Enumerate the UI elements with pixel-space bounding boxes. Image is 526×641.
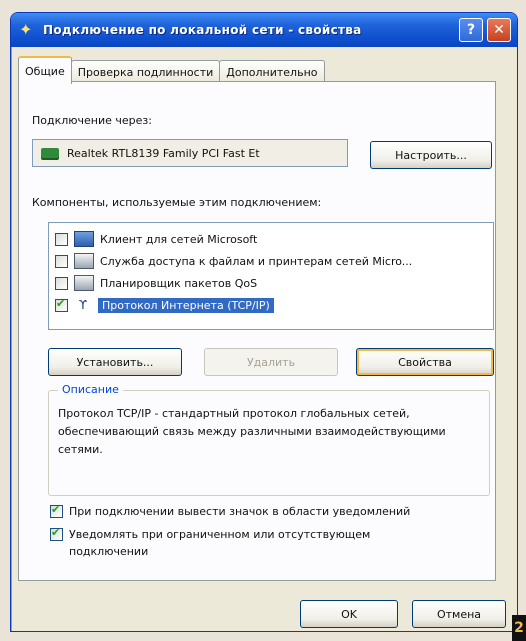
network-protocol-icon: ϒ: [78, 298, 88, 312]
component-checkbox[interactable]: [55, 232, 68, 246]
window-title: Подключение по локальной сети - свойства: [43, 23, 362, 37]
components-list[interactable]: Клиент для сетей Microsoft Служба доступ…: [48, 222, 494, 330]
list-item[interactable]: Клиент для сетей Microsoft: [55, 229, 485, 249]
component-checkbox[interactable]: [55, 297, 68, 312]
component-label: Служба доступа к файлам и принтерам сете…: [100, 254, 413, 268]
title-bar[interactable]: ✦ Подключение по локальной сети - свойст…: [11, 13, 517, 47]
description-title: Описание: [58, 383, 123, 396]
tab-authentication[interactable]: Проверка подлинности: [70, 60, 221, 83]
list-item[interactable]: Служба доступа к файлам и принтерам сете…: [55, 251, 485, 271]
computer-icon: [74, 231, 94, 247]
tab-advanced[interactable]: Дополнительно: [219, 60, 325, 83]
component-checkbox[interactable]: [55, 276, 68, 290]
component-label: Планировщик пакетов QoS: [100, 276, 258, 290]
network-card-icon: [41, 148, 59, 158]
adapter-name: Realtek RTL8139 Family PCI Fast Et: [67, 146, 260, 160]
components-label: Компоненты, используемые этим подключени…: [32, 196, 322, 209]
close-button[interactable]: ✕: [487, 18, 511, 42]
uninstall-button[interactable]: Удалить: [204, 348, 338, 376]
printer-icon: [74, 253, 94, 269]
list-item-selected[interactable]: ϒ Протокол Интернета (TCP/IP): [55, 295, 485, 315]
component-checkbox[interactable]: [55, 254, 68, 268]
cancel-button[interactable]: Отмена: [412, 600, 506, 628]
notify-label: Уведомлять при ограниченном или отсутств…: [69, 528, 371, 558]
show-icon-checkbox[interactable]: [50, 503, 63, 518]
network-connection-icon: ✦: [19, 20, 33, 39]
configure-button[interactable]: Настроить...: [370, 141, 492, 169]
notify-checkbox[interactable]: [50, 526, 63, 541]
show-icon-option[interactable]: При подключении вывести значок в области…: [50, 503, 490, 520]
description-text: Протокол TCP/IP - стандартный протокол г…: [58, 407, 446, 456]
notify-option[interactable]: Уведомлять при ограниченном или отсутств…: [50, 526, 450, 560]
ok-button[interactable]: OK: [300, 600, 398, 628]
connect-using-label: Подключение через:: [32, 114, 152, 127]
tab-strip: Общие Проверка подлинности Дополнительно: [18, 56, 325, 84]
properties-button[interactable]: Свойства: [356, 348, 494, 376]
component-label: Клиент для сетей Microsoft: [100, 232, 258, 246]
tab-general[interactable]: Общие: [18, 56, 72, 84]
list-item[interactable]: Планировщик пакетов QoS: [55, 273, 485, 293]
page-number-badge: 2: [512, 615, 526, 641]
printer-icon: [74, 275, 94, 291]
help-button[interactable]: ?: [459, 18, 483, 42]
show-icon-label: При подключении вывести значок в области…: [69, 505, 411, 518]
adapter-field: Realtek RTL8139 Family PCI Fast Et: [32, 139, 348, 167]
install-button[interactable]: Установить...: [48, 348, 182, 376]
component-label: Протокол Интернета (TCP/IP): [98, 297, 274, 313]
